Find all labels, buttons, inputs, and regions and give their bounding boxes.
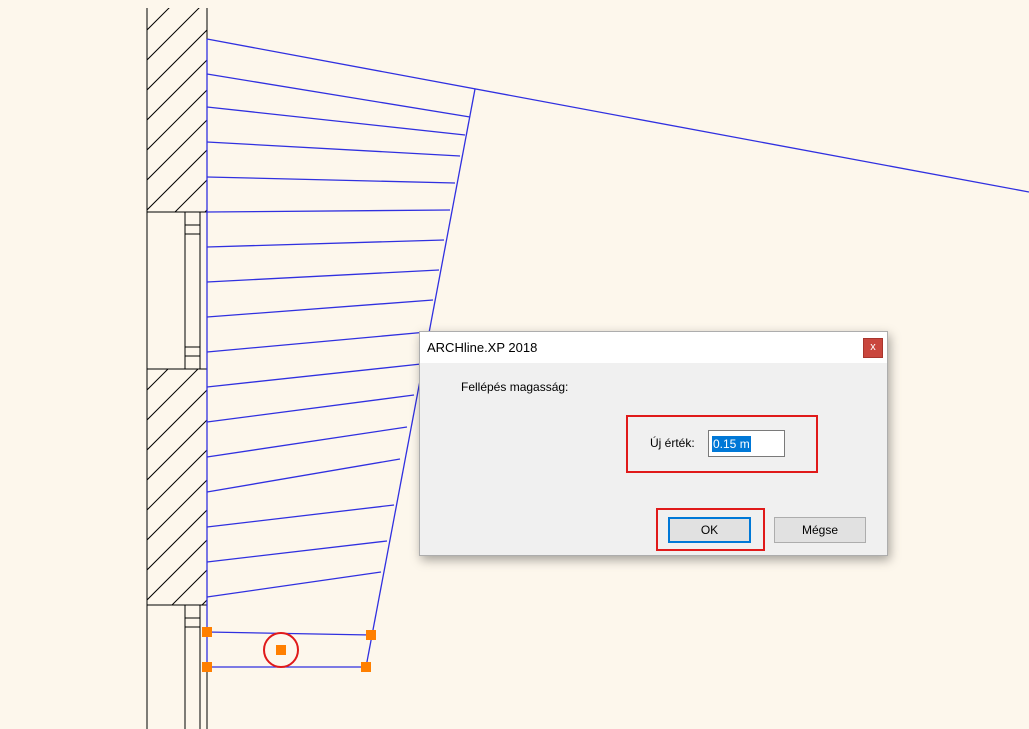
- cancel-button[interactable]: Mégse: [774, 517, 866, 543]
- close-button[interactable]: x: [863, 338, 883, 358]
- ok-button-label: OK: [700, 523, 719, 537]
- ok-button[interactable]: OK: [668, 517, 751, 543]
- grip-handle: [202, 662, 212, 672]
- prompt-label: Fellépés magasság:: [461, 380, 569, 394]
- grip-handle: [202, 627, 212, 637]
- value-input-text: 0.15 m: [712, 435, 751, 452]
- close-icon: x: [870, 341, 876, 353]
- dialog-title: ARCHline.XP 2018: [427, 340, 538, 355]
- value-label: Új érték:: [650, 436, 695, 450]
- grip-handle: [361, 662, 371, 672]
- center-grip-handle: [276, 645, 286, 655]
- dialog-titlebar[interactable]: ARCHline.XP 2018 x: [420, 332, 887, 363]
- step-height-dialog: ARCHline.XP 2018 x Fellépés magasság: Új…: [419, 331, 888, 556]
- cancel-button-label: Mégse: [801, 523, 839, 537]
- value-input[interactable]: 0.15 m: [708, 430, 785, 457]
- grip-handle: [366, 630, 376, 640]
